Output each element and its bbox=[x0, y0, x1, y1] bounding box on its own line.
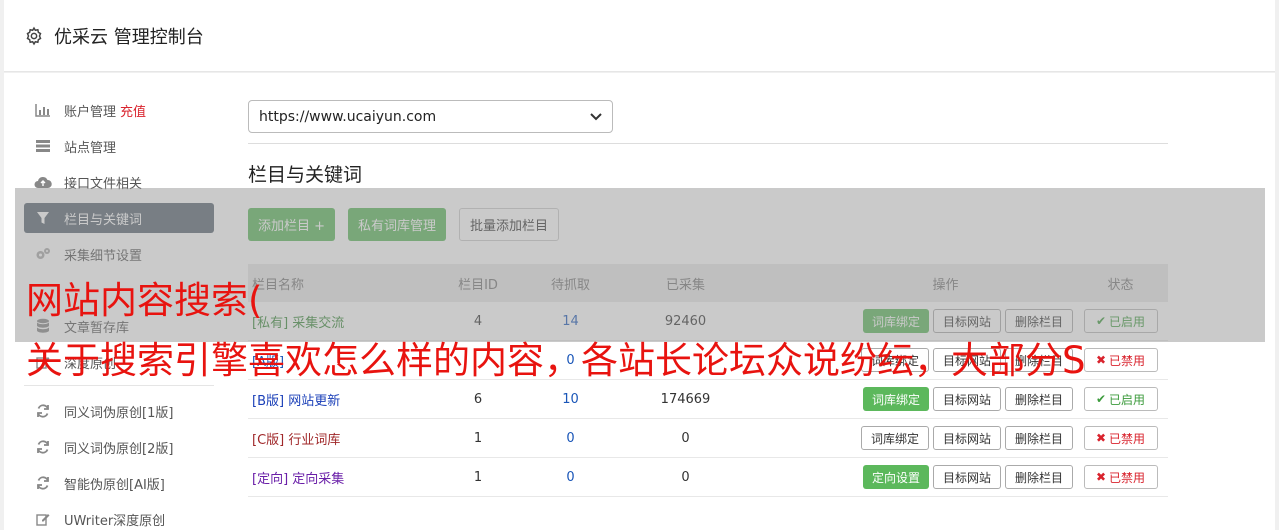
column-title: 网站更新 bbox=[288, 393, 341, 409]
sidebar-item-synonym-v2[interactable]: 同义词伪原创[2版] bbox=[24, 432, 214, 462]
overlay-subline: 关于搜索引擎喜欢怎么样的内容，各站长论坛众说纷纭，大部分S bbox=[26, 339, 1086, 382]
table-row: [C版] 行业词库 1 0 0 词库绑定 目标网站 删除栏目 ✖ 已禁用 bbox=[248, 419, 1168, 458]
main-content: https://www.ucaiyun.com 栏目与关键词 添加栏目 + 私有… bbox=[248, 100, 1168, 497]
status-cell: ✖ 已禁用 bbox=[1073, 465, 1168, 489]
app-header: 优采云 管理控制台 bbox=[4, 0, 1275, 72]
status-text: 已禁用 bbox=[1109, 431, 1146, 446]
column-tag: [B版] bbox=[252, 393, 285, 409]
table-row: [B版] 网站更新 6 10 174669 词库绑定 目标网站 删除栏目 ✔ 已启用 bbox=[248, 380, 1168, 419]
pending-count[interactable]: 0 bbox=[548, 431, 593, 446]
sidebar-item-synonym-v1[interactable]: 同义词伪原创[1版] bbox=[24, 396, 214, 426]
status-text: 已禁用 bbox=[1109, 470, 1146, 485]
collected-count: 0 bbox=[681, 469, 690, 485]
close-icon: ✖ bbox=[1095, 470, 1107, 484]
target-site-button[interactable]: 目标网站 bbox=[932, 465, 1001, 489]
target-site-button[interactable]: 目标网站 bbox=[932, 426, 1001, 450]
sidebar-divider bbox=[24, 385, 214, 386]
status-cell: ✔已启用 bbox=[1073, 387, 1168, 411]
bind-dictionary-button[interactable]: 词库绑定 bbox=[862, 387, 929, 411]
app-title: 优采云 管理控制台 bbox=[54, 26, 204, 48]
column-title: 定向采集 bbox=[292, 471, 345, 487]
column-title: 行业词库 bbox=[288, 432, 341, 448]
sidebar-item-label: 同义词伪原创[2版] bbox=[64, 441, 174, 457]
row-actions: 词库绑定目标网站删除栏目 bbox=[778, 426, 1073, 450]
status-badge[interactable]: ✖ 已禁用 bbox=[1083, 426, 1158, 450]
column-name[interactable]: [定向] 定向采集 bbox=[248, 468, 408, 487]
table-row: [定向] 定向采集 1 0 0 定向设置 目标网站 删除栏目 ✖ 已禁用 bbox=[248, 458, 1168, 497]
status-cell: ✖ 已禁用 bbox=[1073, 426, 1168, 450]
column-tag: [C版] bbox=[252, 432, 285, 448]
column-name[interactable]: [B版] 网站更新 bbox=[248, 390, 408, 409]
refresh-icon bbox=[34, 439, 52, 455]
sidebar-item-ai-rewrite[interactable]: 智能伪原创[AI版] bbox=[24, 468, 214, 498]
row-actions: 定向设置 目标网站 删除栏目 bbox=[778, 465, 1073, 489]
section-title: 栏目与关键词 bbox=[248, 164, 363, 186]
edit-icon bbox=[34, 511, 52, 527]
row-actions: 词库绑定目标网站删除栏目 bbox=[778, 387, 1073, 411]
column-id: 1 bbox=[473, 469, 483, 485]
chevron-down-icon bbox=[590, 112, 602, 120]
recharge-link[interactable]: 充值 bbox=[120, 101, 146, 120]
delete-column-button[interactable]: 删除栏目 bbox=[1004, 426, 1073, 450]
pending-count[interactable]: 10 bbox=[548, 392, 593, 407]
pending-count[interactable]: 0 bbox=[548, 470, 593, 485]
sidebar-item-account[interactable]: 账户管理 充值 bbox=[24, 95, 214, 125]
sidebar-item-uwriter[interactable]: UWriter深度原创 bbox=[24, 504, 214, 530]
delete-column-button[interactable]: 删除栏目 bbox=[1004, 387, 1073, 411]
site-select-value: https://www.ucaiyun.com bbox=[259, 108, 437, 125]
sidebar-item-sites[interactable]: 站点管理 bbox=[24, 131, 214, 161]
divider bbox=[248, 143, 1168, 144]
bind-dictionary-button[interactable]: 词库绑定 bbox=[860, 426, 929, 450]
collected-count: 0 bbox=[681, 430, 690, 446]
refresh-icon bbox=[34, 403, 52, 419]
sidebar-item-label: 站点管理 bbox=[64, 140, 117, 156]
status-badge[interactable]: ✔已启用 bbox=[1083, 387, 1158, 411]
sidebar-item-label: UWriter深度原创 bbox=[64, 513, 166, 529]
close-icon: ✖ bbox=[1095, 431, 1107, 445]
server-icon bbox=[34, 138, 52, 154]
site-select[interactable]: https://www.ucaiyun.com bbox=[248, 100, 613, 133]
target-site-button[interactable]: 目标网站 bbox=[932, 387, 1001, 411]
bar-chart-icon bbox=[34, 102, 52, 118]
check-icon: ✔ bbox=[1095, 392, 1107, 406]
overlay-headline: 网站内容搜索( bbox=[26, 279, 263, 322]
collected-count: 174669 bbox=[660, 391, 711, 407]
delete-column-button[interactable]: 删除栏目 bbox=[1004, 465, 1073, 489]
column-id: 1 bbox=[473, 430, 483, 446]
sidebar-item-label: 账户管理 bbox=[64, 104, 117, 120]
column-name[interactable]: [C版] 行业词库 bbox=[248, 429, 408, 448]
sidebar-item-label: 同义词伪原创[1版] bbox=[64, 405, 174, 421]
refresh-icon bbox=[34, 475, 52, 491]
sidebar-item-label: 智能伪原创[AI版] bbox=[64, 477, 165, 493]
column-tag: [定向] bbox=[252, 471, 289, 487]
status-text: 已启用 bbox=[1109, 392, 1146, 407]
status-badge[interactable]: ✖ 已禁用 bbox=[1083, 465, 1158, 489]
gear-icon[interactable] bbox=[24, 26, 44, 46]
bind-dictionary-button[interactable]: 定向设置 bbox=[862, 465, 929, 489]
column-id: 6 bbox=[473, 391, 483, 407]
